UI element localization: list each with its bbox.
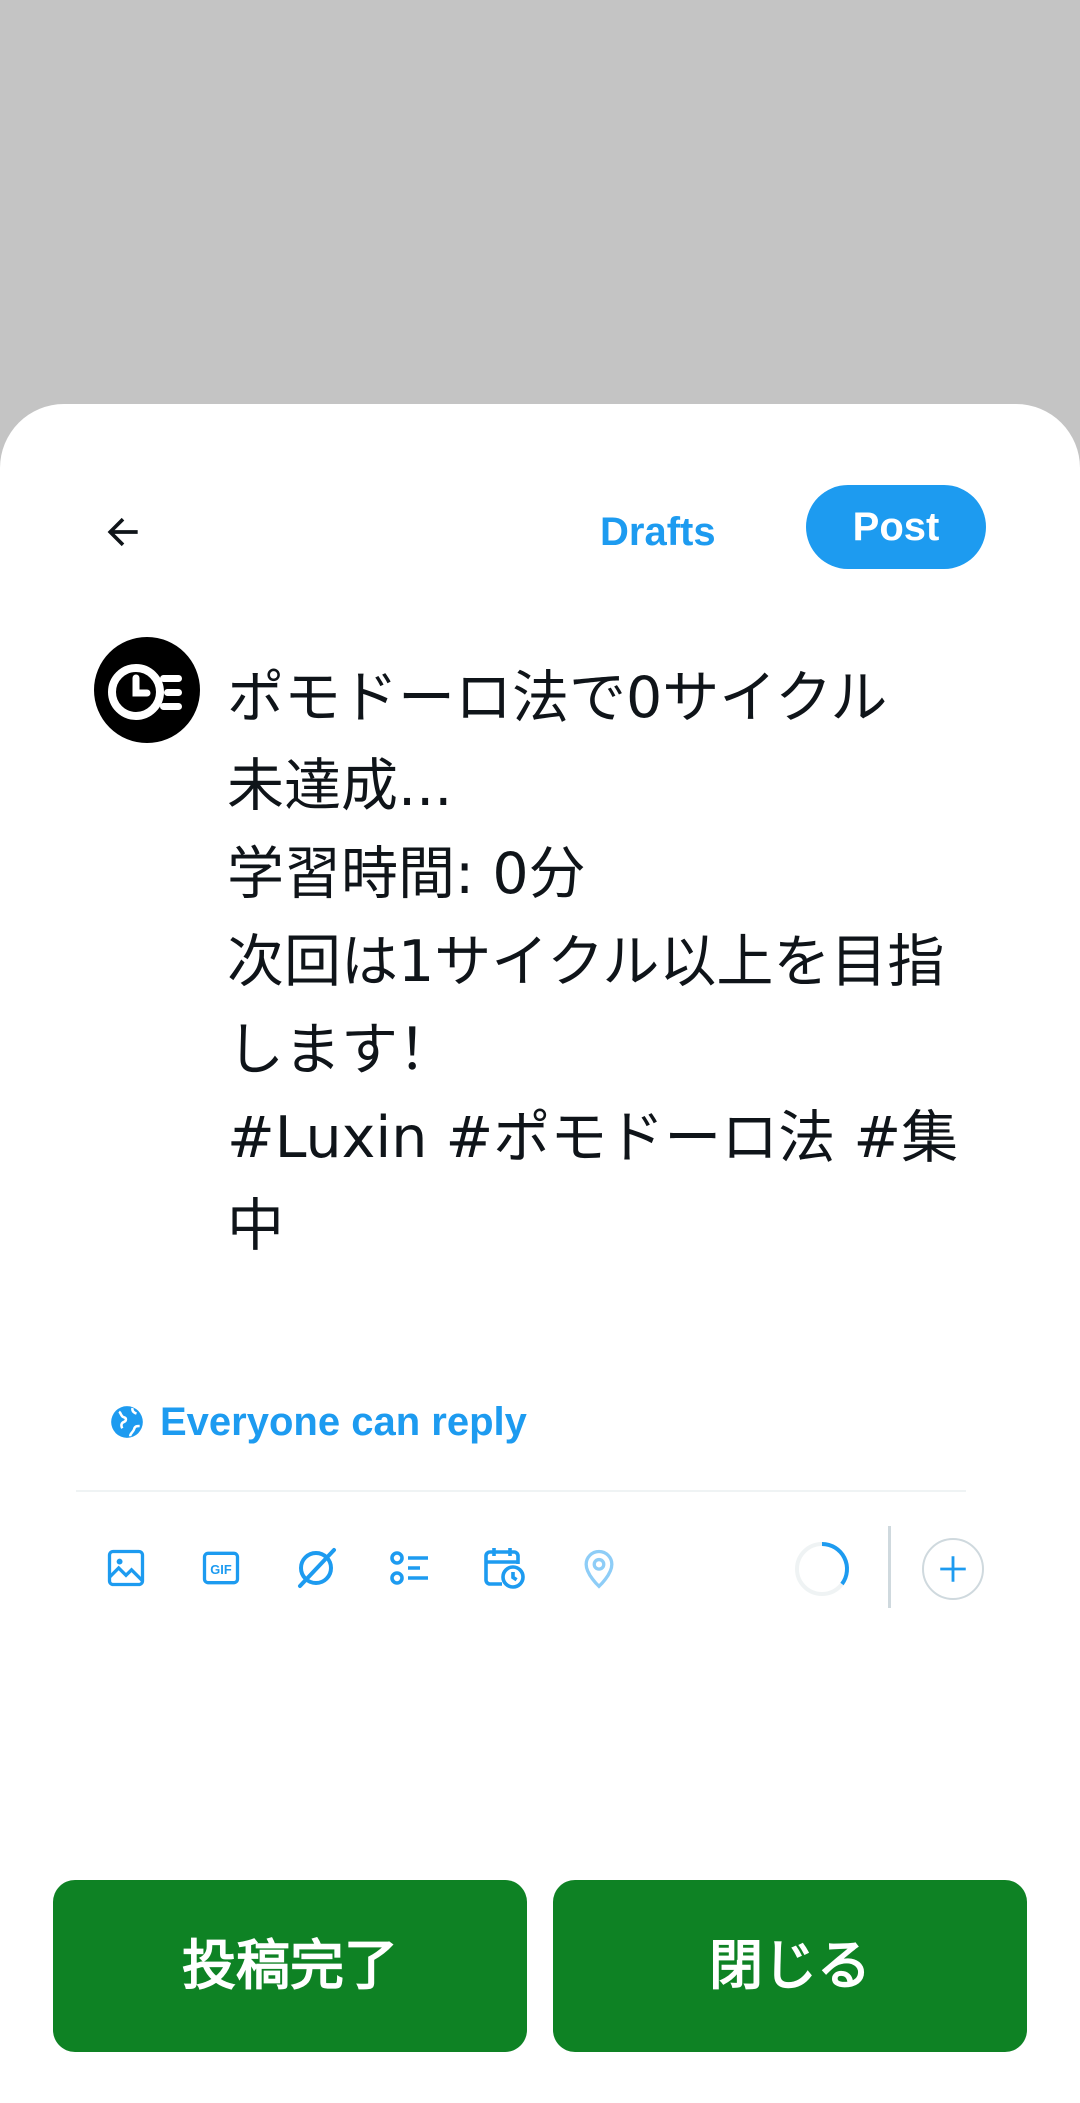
clock-logo-icon <box>108 664 182 720</box>
avatar <box>94 637 200 743</box>
add-gif-button[interactable]: GIF <box>193 1540 249 1596</box>
compose-line: ポモドーロ法で0サイクル <box>227 665 888 731</box>
schedule-button[interactable] <box>476 1540 532 1596</box>
poll-icon <box>390 1551 428 1585</box>
add-poll-button[interactable] <box>382 1540 438 1596</box>
compose-line: 次回は1サイクル以上を目指 <box>227 929 945 995</box>
plus-icon <box>940 1556 966 1582</box>
compose-text-area[interactable]: ポモドーロ法で0サイクル 未達成... 学習時間: 0分 次回は1サイクル以上を… <box>227 654 1007 1270</box>
add-image-button[interactable] <box>98 1540 154 1596</box>
arrow-left-icon <box>107 517 138 547</box>
svg-text:GIF: GIF <box>210 1562 232 1577</box>
image-icon <box>107 1549 145 1587</box>
compose-line: 中 <box>227 1193 284 1259</box>
divider <box>76 1490 966 1492</box>
grok-button[interactable] <box>288 1540 344 1596</box>
add-location-button[interactable] <box>571 1540 627 1596</box>
compose-line: #Luxin #ポモドーロ法 #集 <box>227 1105 959 1171</box>
back-button[interactable] <box>95 504 151 560</box>
compose-line: 未達成... <box>227 753 453 819</box>
reply-setting-label: Everyone can reply <box>160 1399 527 1444</box>
compose-line: 学習時間: 0分 <box>227 841 586 907</box>
close-button[interactable]: 閉じる <box>553 1880 1027 2052</box>
reply-setting-button[interactable]: Everyone can reply <box>108 1392 527 1452</box>
add-thread-button[interactable] <box>922 1538 984 1600</box>
location-icon <box>584 1549 614 1589</box>
gif-icon: GIF <box>202 1551 240 1585</box>
globe-icon <box>111 1406 143 1438</box>
compose-line: します！ <box>227 1017 455 1083</box>
post-button[interactable]: Post <box>806 485 986 569</box>
schedule-icon <box>484 1548 525 1589</box>
compose-sheet: Drafts Post ポモドーロ法で0サイクル 未達成... 学習時間: 0分… <box>0 404 1080 2103</box>
drafts-button[interactable]: Drafts <box>600 500 716 564</box>
complete-post-button[interactable]: 投稿完了 <box>53 1880 527 2052</box>
character-count-ring <box>795 1542 849 1596</box>
grok-icon <box>298 1548 336 1588</box>
toolbar-separator <box>888 1526 891 1608</box>
